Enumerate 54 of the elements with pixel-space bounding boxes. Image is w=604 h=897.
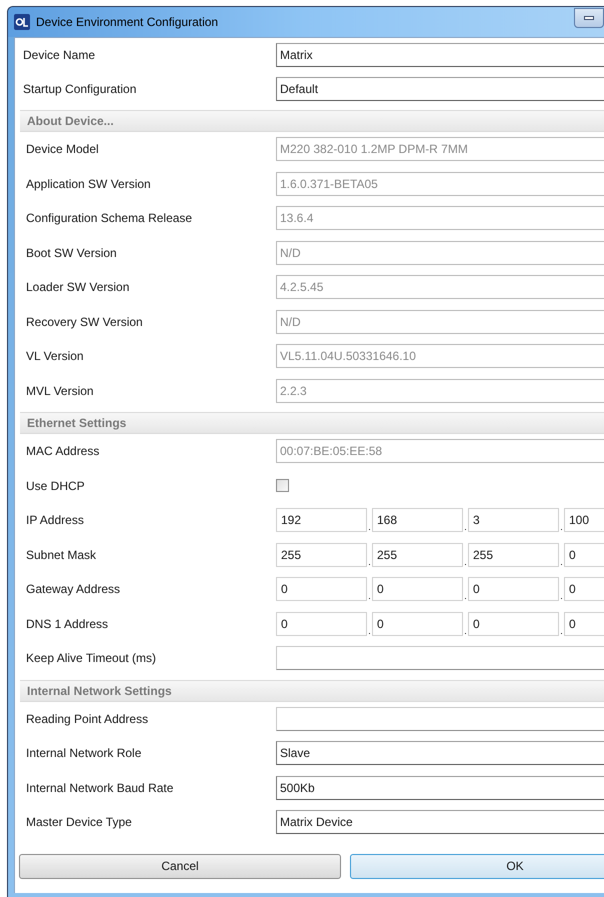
field-label: Subnet Mask bbox=[25, 546, 98, 564]
field-label: Master Device Type bbox=[25, 814, 133, 832]
field-label: Recovery SW Version bbox=[25, 314, 144, 331]
field-label: Boot SW Version bbox=[25, 244, 118, 262]
field-label: Internal Network Baud Rate bbox=[25, 780, 174, 797]
octet-field[interactable]: 0 bbox=[276, 612, 367, 636]
octet-field[interactable]: 255 bbox=[372, 542, 463, 567]
octet-field[interactable]: 0 bbox=[468, 612, 559, 636]
section-header: Ethernet Settings bbox=[20, 412, 604, 434]
section-header: About Device... bbox=[20, 110, 604, 132]
window-title: Device Environment Configuration bbox=[36, 14, 218, 31]
octet-field[interactable]: 0 bbox=[564, 542, 604, 567]
text-field[interactable]: Default bbox=[276, 77, 604, 101]
field-label: Startup Configuration bbox=[22, 81, 138, 98]
field-label: DNS 1 Address bbox=[25, 616, 110, 633]
field-label: MAC Address bbox=[25, 443, 100, 460]
octet-field[interactable]: 0 bbox=[372, 612, 463, 636]
field-label: Keep Alive Timeout (ms) bbox=[25, 650, 158, 668]
field-label: VL Version bbox=[25, 348, 85, 366]
field-label: IP Address bbox=[25, 512, 85, 530]
octet-field[interactable]: 255 bbox=[468, 542, 559, 567]
field-label: Reading Point Address bbox=[25, 710, 150, 728]
ok-button[interactable]: OK bbox=[350, 854, 604, 878]
section-header: Internal Network Settings bbox=[20, 680, 604, 702]
text-field[interactable]: 500Kb bbox=[276, 776, 604, 800]
input-field[interactable] bbox=[276, 706, 604, 731]
minimize-icon bbox=[584, 16, 594, 20]
minimize-button[interactable] bbox=[574, 8, 604, 28]
octet-field[interactable]: 168 bbox=[372, 508, 463, 532]
checkbox[interactable] bbox=[276, 479, 289, 492]
field-label: Application SW Version bbox=[25, 176, 152, 193]
input-field[interactable] bbox=[276, 646, 604, 670]
cancel-button[interactable]: Cancel bbox=[19, 854, 341, 878]
field-label: Device Name bbox=[22, 47, 96, 64]
field-label: MVL Version bbox=[25, 382, 95, 400]
app-logo-icon bbox=[14, 14, 30, 30]
octet-field[interactable]: 255 bbox=[276, 542, 367, 567]
field-label: Gateway Address bbox=[25, 581, 122, 598]
octet-field[interactable]: 0 bbox=[372, 577, 463, 602]
octet-field[interactable]: 192 bbox=[276, 508, 367, 532]
octet-field[interactable]: 0 bbox=[468, 577, 559, 602]
text-field[interactable]: Matrix Device bbox=[276, 810, 604, 834]
text-field[interactable]: Matrix bbox=[276, 43, 604, 67]
octet-field[interactable]: 3 bbox=[468, 508, 559, 532]
octet-field[interactable]: 0 bbox=[564, 577, 604, 602]
octet-field[interactable]: 0 bbox=[564, 612, 604, 636]
field-label: Internal Network Role bbox=[25, 745, 142, 762]
field-label: Loader SW Version bbox=[25, 279, 130, 296]
field-label: Use DHCP bbox=[25, 478, 86, 495]
field-label: Configuration Schema Release bbox=[25, 210, 194, 228]
octet-field[interactable]: 100 bbox=[564, 508, 604, 532]
field-label: Device Model bbox=[25, 141, 100, 158]
text-field[interactable]: Slave bbox=[276, 741, 604, 766]
octet-field[interactable]: 0 bbox=[276, 577, 367, 602]
